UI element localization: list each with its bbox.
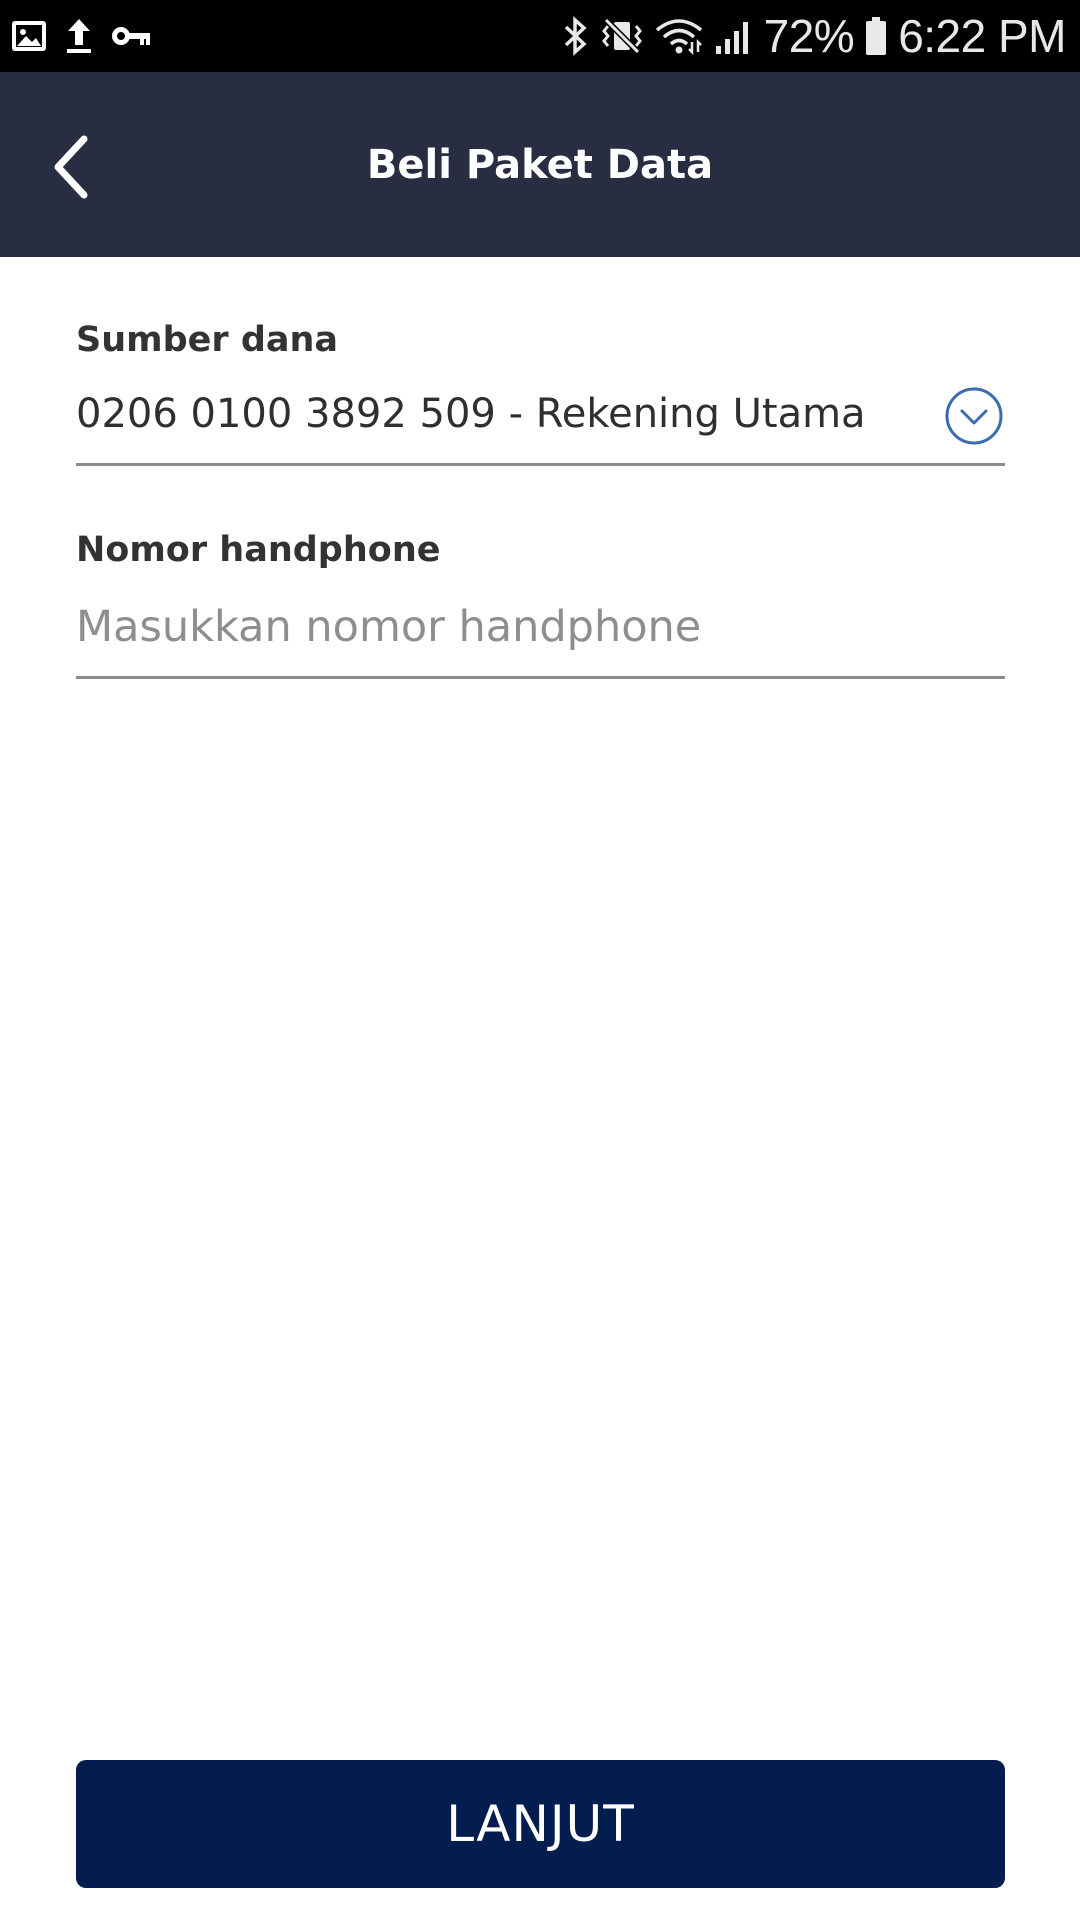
upload-icon [62,17,96,55]
source-field-underline [76,463,1005,466]
continue-button[interactable]: LANJUT [76,1760,1005,1888]
status-time: 6:22 PM [898,10,1066,62]
vibrate-icon [600,16,644,56]
battery-icon [864,16,888,56]
signal-icon [714,16,754,56]
phone-number-input[interactable] [76,592,1005,662]
bluetooth-icon [562,16,590,56]
chevron-down-icon[interactable] [944,386,1004,446]
image-icon [10,19,48,53]
status-bar: 72% 6:22 PM [0,0,1080,72]
page-title: Beli Paket Data [366,141,714,188]
status-bar-left [10,0,152,72]
phone-number-label: Nomor handphone [76,530,441,570]
wifi-icon [654,16,704,56]
status-bar-right: 72% 6:22 PM [562,0,1066,72]
app-bar: Beli Paket Data [0,72,1080,257]
battery-percentage: 72% [763,10,855,62]
phone-field-underline [76,676,1005,679]
key-icon [110,21,152,51]
source-of-funds-label: Sumber dana [76,320,339,360]
source-of-funds-select[interactable]: 0206 0100 3892 509 - Rekening Utama [76,391,866,437]
